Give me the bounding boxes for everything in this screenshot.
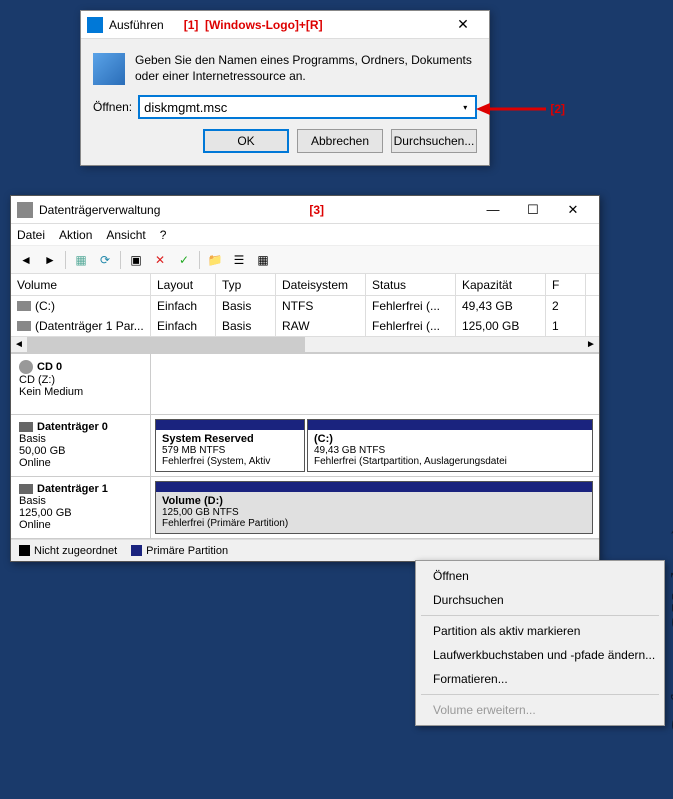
cd-drive-letter: CD (Z:): [19, 374, 142, 386]
run-program-icon: [93, 53, 125, 85]
run-input[interactable]: [144, 100, 459, 115]
run-close-button[interactable]: ✕: [443, 13, 483, 37]
run-window-icon: [87, 17, 103, 33]
cm-mark-active[interactable]: Partition als aktiv markieren: [419, 619, 661, 643]
col-capacity[interactable]: Kapazität: [456, 274, 546, 295]
menu-view[interactable]: Ansicht: [106, 228, 145, 242]
disk-management-window: Datenträgerverwaltung [3] — ☐ ✕ Datei Ak…: [10, 195, 600, 562]
scroll-left-icon[interactable]: ◄: [11, 339, 27, 350]
disk1-size: 125,00 GB: [19, 507, 142, 519]
table-scrollbar[interactable]: ◄ ►: [11, 336, 599, 352]
cm-extend: Volume erweitern...: [419, 698, 661, 722]
dm-maximize-button[interactable]: ☐: [513, 198, 553, 222]
disk0-status: Online: [19, 457, 142, 469]
scroll-right-icon[interactable]: ►: [583, 339, 599, 350]
dm-toolbar: ◄ ► ▦ ⟳ ▣ ✕ ✓ 📁 ☰ ▦: [11, 246, 599, 274]
run-title: Ausführen: [109, 18, 164, 32]
partition-d[interactable]: Volume (D:) 125,00 GB NTFS Fehlerfrei (P…: [155, 481, 593, 534]
table-row[interactable]: (C:) Einfach Basis NTFS Fehlerfrei (... …: [11, 296, 599, 316]
dm-window-icon: [17, 202, 33, 218]
disk-row-cd: CD 0 CD (Z:) Kein Medium: [11, 353, 599, 415]
run-titlebar: Ausführen [1] [Windows-Logo]+[R] ✕: [81, 11, 489, 39]
run-dialog: Ausführen [1] [Windows-Logo]+[R] ✕ Geben…: [80, 10, 490, 166]
menu-help[interactable]: ?: [160, 228, 167, 242]
cm-format[interactable]: Formatieren...: [419, 667, 661, 691]
col-layout[interactable]: Layout: [151, 274, 216, 295]
cd-status: Kein Medium: [19, 386, 142, 398]
col-free[interactable]: F: [546, 274, 586, 295]
disk1-status: Online: [19, 519, 142, 531]
run-ok-button[interactable]: OK: [203, 129, 289, 153]
toolbar-fwd-icon[interactable]: ►: [41, 251, 59, 269]
legend-primary: Primäre Partition: [131, 545, 228, 557]
partition-system-reserved[interactable]: System Reserved 579 MB NTFS Fehlerfrei (…: [155, 419, 305, 472]
cm-open[interactable]: Öffnen: [419, 564, 661, 588]
col-status[interactable]: Status: [366, 274, 456, 295]
annotation-2-arrow: [2]: [476, 99, 565, 119]
toolbar-back-icon[interactable]: ◄: [17, 251, 35, 269]
volume-icon: [17, 321, 31, 331]
disk-row-1: Datenträger 1 Basis 125,00 GB Online Vol…: [11, 477, 599, 539]
toolbar-view-icon[interactable]: ▦: [72, 251, 90, 269]
cm-change-letter[interactable]: Laufwerkbuchstaben und -pfade ändern...: [419, 643, 661, 667]
toolbar-props-icon[interactable]: ▣: [127, 251, 145, 269]
dm-graphical-view: CD 0 CD (Z:) Kein Medium Datenträger 0 B…: [11, 353, 599, 539]
dm-table-header: Volume Layout Typ Dateisystem Status Kap…: [11, 274, 599, 296]
dm-minimize-button[interactable]: —: [473, 198, 513, 222]
dm-legend: Nicht zugeordnet Primäre Partition: [11, 539, 599, 561]
partition-c[interactable]: (C:) 49,43 GB NTFS Fehlerfrei (Startpart…: [307, 419, 593, 472]
cm-explore[interactable]: Durchsuchen: [419, 588, 661, 612]
dm-close-button[interactable]: ✕: [553, 198, 593, 222]
dm-title: Datenträgerverwaltung: [39, 203, 160, 217]
volume-icon: [17, 301, 31, 311]
run-open-label: Öffnen:: [93, 100, 132, 114]
table-row[interactable]: (Datenträger 1 Par... Einfach Basis RAW …: [11, 316, 599, 336]
disk-icon: [19, 484, 33, 494]
disk0-type: Basis: [19, 433, 142, 445]
toolbar-folder-icon[interactable]: 📁: [206, 251, 224, 269]
col-type[interactable]: Typ: [216, 274, 276, 295]
menu-action[interactable]: Aktion: [59, 228, 92, 242]
disk0-size: 50,00 GB: [19, 445, 142, 457]
run-cancel-button[interactable]: Abbrechen: [297, 129, 383, 153]
menu-file[interactable]: Datei: [17, 228, 45, 242]
disk-row-0: Datenträger 0 Basis 50,00 GB Online Syst…: [11, 415, 599, 477]
toolbar-grid-icon[interactable]: ▦: [254, 251, 272, 269]
watermark-side: www.SoftwareOK.de :-): [667, 525, 673, 799]
disk1-type: Basis: [19, 495, 142, 507]
disk-icon: [19, 422, 33, 432]
scroll-thumb[interactable]: [27, 337, 305, 352]
toolbar-check-icon[interactable]: ✓: [175, 251, 193, 269]
cd-icon: [19, 360, 33, 374]
run-browse-button[interactable]: Durchsuchen...: [391, 129, 477, 153]
dm-titlebar: Datenträgerverwaltung [3] — ☐ ✕: [11, 196, 599, 224]
cm-separator: [421, 694, 659, 695]
dm-menubar: Datei Aktion Ansicht ?: [11, 224, 599, 246]
annotation-1: [1] [Windows-Logo]+[R]: [184, 18, 323, 32]
toolbar-delete-icon[interactable]: ✕: [151, 251, 169, 269]
run-description: Geben Sie den Namen eines Programms, Ord…: [135, 53, 477, 84]
col-filesystem[interactable]: Dateisystem: [276, 274, 366, 295]
legend-unallocated: Nicht zugeordnet: [19, 545, 117, 557]
run-dropdown-icon[interactable]: ▾: [459, 101, 471, 113]
toolbar-list-icon[interactable]: ☰: [230, 251, 248, 269]
cm-separator: [421, 615, 659, 616]
annotation-3: [3]: [309, 203, 324, 217]
context-menu: Öffnen Durchsuchen Partition als aktiv m…: [415, 560, 665, 726]
run-input-combobox[interactable]: ▾ [2]: [138, 95, 477, 119]
toolbar-refresh-icon[interactable]: ⟳: [96, 251, 114, 269]
dm-volume-table: Volume Layout Typ Dateisystem Status Kap…: [11, 274, 599, 353]
col-volume[interactable]: Volume: [11, 274, 151, 295]
